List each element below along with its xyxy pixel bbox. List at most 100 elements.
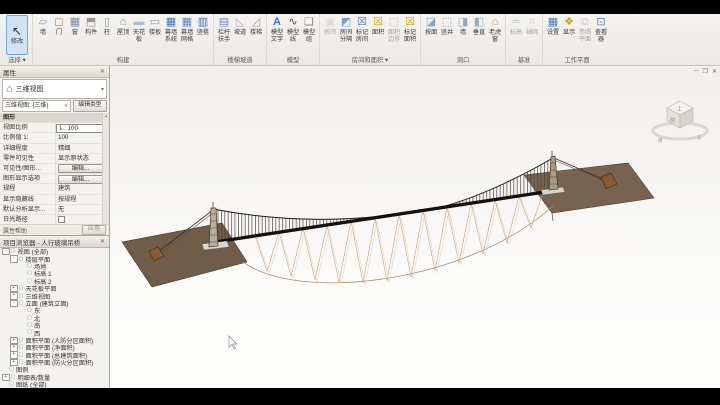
tree-item[interactable]: + 天花板平面 bbox=[0, 285, 109, 292]
ribbon-button[interactable]: 标高 bbox=[508, 15, 524, 37]
tree-expand-icon[interactable]: + bbox=[10, 292, 18, 300]
viewcube[interactable]: 上 前 南 东 bbox=[653, 101, 707, 143]
ribbon-button[interactable]: 房间分隔 bbox=[338, 15, 354, 44]
property-row[interactable]: 日光路径 bbox=[0, 215, 109, 224]
property-row[interactable]: 显示隐藏线 按规程 bbox=[0, 195, 109, 205]
ribbon-button[interactable]: 墙 bbox=[455, 15, 471, 37]
ribbon-button[interactable]: 房间 bbox=[322, 15, 338, 37]
ribbon-button[interactable]: 面积边界 bbox=[386, 15, 402, 44]
edit-type-button[interactable]: 编辑类型 bbox=[73, 100, 107, 112]
panel-label-build[interactable]: 构建 bbox=[35, 56, 211, 65]
ribbon-button[interactable]: 竖梃 bbox=[195, 15, 211, 37]
panel-label-select[interactable]: 选择 ▾ bbox=[4, 56, 30, 65]
tree-item[interactable]: - 视图 (全部) bbox=[0, 248, 109, 255]
tree-item[interactable]: 标高 1 bbox=[0, 270, 109, 277]
ribbon-button[interactable]: 窗 bbox=[67, 15, 83, 37]
chevron-down-icon[interactable]: ▾ bbox=[101, 86, 104, 93]
ribbon-button[interactable]: 显示 bbox=[561, 15, 577, 37]
ribbon-button[interactable]: 标记面积 bbox=[402, 15, 418, 44]
ribbon-button[interactable]: 栏杆扶手 bbox=[216, 15, 232, 44]
panel-label-stairs[interactable]: 楼梯坡道 bbox=[216, 56, 264, 65]
tree-item[interactable]: 场地 bbox=[0, 263, 109, 270]
ribbon-button[interactable]: 楼梯 bbox=[248, 15, 264, 37]
type-selector[interactable]: ⌂ 三维视图 ▾ bbox=[2, 79, 107, 99]
ribbon-button[interactable]: 按面 bbox=[423, 15, 439, 37]
ribbon-button[interactable]: 查看器 bbox=[593, 15, 609, 44]
panel-label-model[interactable]: 模型 bbox=[269, 56, 317, 65]
ribbon-button[interactable]: 模型文字 bbox=[269, 15, 285, 44]
tree-expand-icon[interactable]: - bbox=[2, 248, 10, 255]
panel-label-datum[interactable]: 基准 bbox=[508, 56, 540, 65]
tree-item[interactable]: 北 bbox=[0, 315, 109, 322]
tree-item[interactable]: 图例 bbox=[0, 366, 109, 373]
properties-help-link[interactable]: 属性帮助 bbox=[3, 226, 82, 235]
property-row[interactable]: 详细程度 精细 bbox=[0, 144, 109, 154]
ribbon-button[interactable]: 参照平面 bbox=[577, 15, 593, 44]
ribbon-button[interactable]: 楼板 bbox=[147, 15, 163, 37]
ribbon-button[interactable]: 设置 bbox=[545, 15, 561, 37]
ribbon-button-label: 楼板 bbox=[148, 29, 162, 36]
viewcube-ring-east-label[interactable]: 东 bbox=[697, 134, 702, 140]
tree-item[interactable]: 东 bbox=[0, 307, 109, 314]
view-minimize-icon[interactable]: ─ bbox=[694, 68, 698, 75]
ribbon-button[interactable]: 柱 bbox=[99, 15, 115, 37]
tree-expand-icon[interactable]: + bbox=[10, 285, 18, 293]
property-row[interactable]: 图形 bbox=[0, 113, 109, 123]
tree-expand-icon[interactable]: - bbox=[10, 255, 18, 263]
ribbon-button[interactable]: 墙 bbox=[35, 15, 51, 37]
ribbon-button[interactable]: 幕墙系统 bbox=[163, 15, 179, 44]
property-row[interactable]: 比例值 1: 100 bbox=[0, 133, 109, 143]
properties-scrollbar[interactable]: ▲ bbox=[102, 113, 109, 224]
tree-expand-icon[interactable]: - bbox=[10, 300, 18, 308]
tree-item[interactable]: 南 bbox=[0, 322, 109, 329]
ribbon-button[interactable]: 模型组 bbox=[301, 15, 317, 44]
ribbon-button[interactable]: 老虎窗 bbox=[487, 15, 503, 44]
project-browser-header[interactable]: 项目浏览器 - 人行玻璃吊桥 ✕ bbox=[0, 236, 109, 248]
property-row[interactable]: 可见性/图形... 编辑... bbox=[0, 164, 109, 174]
ribbon-button[interactable]: 天花板 bbox=[131, 15, 147, 44]
drawing-area[interactable]: ─ ❐ ✕ bbox=[110, 66, 720, 388]
ribbon-button-label: 窗 bbox=[68, 29, 82, 36]
property-row[interactable]: 图形显示选项 编辑... bbox=[0, 174, 109, 184]
property-row[interactable]: 零件可见性 显示原状态 bbox=[0, 154, 109, 164]
view-restore-icon[interactable]: ❐ bbox=[703, 68, 708, 75]
property-row[interactable]: 规程 建筑 bbox=[0, 184, 109, 194]
view-close-icon[interactable]: ✕ bbox=[712, 68, 717, 75]
ribbon-button[interactable]: 屋顶 bbox=[115, 15, 131, 37]
ribbon-button[interactable]: 标记房间 bbox=[354, 15, 370, 44]
viewcube-ring-south-label[interactable]: 南 bbox=[658, 137, 663, 143]
tree-item[interactable]: 图纸 (全部) bbox=[0, 381, 109, 388]
tree-expand-icon[interactable]: + bbox=[10, 351, 18, 359]
property-row[interactable]: 视图比例 1 : 100 bbox=[0, 123, 109, 133]
property-value[interactable]: 编辑... bbox=[58, 164, 103, 173]
tree-expand-icon[interactable]: + bbox=[10, 344, 18, 352]
ribbon-button[interactable]: 面积 bbox=[370, 15, 386, 37]
ribbon-button[interactable]: 门 bbox=[51, 15, 67, 37]
ribbon-button[interactable]: 垂直 bbox=[471, 15, 487, 37]
ribbon-button-icon bbox=[340, 16, 353, 29]
properties-header[interactable]: 属性 ✕ bbox=[0, 66, 109, 78]
property-row[interactable]: 默认分析显示... 无 bbox=[0, 205, 109, 215]
tree-item[interactable]: - 立面 (建筑立面) bbox=[0, 300, 109, 307]
ribbon-button[interactable]: 竖井 bbox=[439, 15, 455, 37]
panel-label-opening[interactable]: 洞口 bbox=[423, 56, 503, 65]
instance-combo[interactable]: 三维视图: {三维} bbox=[2, 100, 71, 112]
properties-close-icon[interactable]: ✕ bbox=[99, 68, 106, 75]
project-browser-close-icon[interactable]: ✕ bbox=[99, 238, 106, 245]
ribbon-button[interactable]: 构件 bbox=[83, 15, 99, 37]
bridge-deck[interactable] bbox=[215, 190, 558, 242]
panel-label-room-area[interactable]: 房间和面积 ▾ bbox=[322, 56, 418, 65]
modify-button[interactable]: ↖ 修改 bbox=[6, 15, 28, 55]
bridge-3d-view[interactable]: 上 前 南 东 bbox=[110, 66, 720, 388]
ribbon-button[interactable]: 模型线 bbox=[285, 15, 301, 44]
apply-button[interactable]: 应用 bbox=[82, 225, 106, 235]
tree-expand-icon[interactable]: + bbox=[10, 337, 18, 345]
ribbon-button[interactable]: 轴网 bbox=[524, 15, 540, 37]
tree-expand-icon[interactable]: + bbox=[2, 374, 10, 382]
ribbon-button[interactable]: 幕墙网格 bbox=[179, 15, 195, 44]
property-value[interactable]: 编辑... bbox=[58, 175, 103, 184]
panel-label-workplane[interactable]: 工作平面 bbox=[545, 56, 609, 65]
tree-item[interactable]: - 楼层平面 bbox=[0, 255, 109, 262]
ribbon-button[interactable]: 坡道 bbox=[232, 15, 248, 37]
terrain-right-edge bbox=[552, 213, 553, 221]
